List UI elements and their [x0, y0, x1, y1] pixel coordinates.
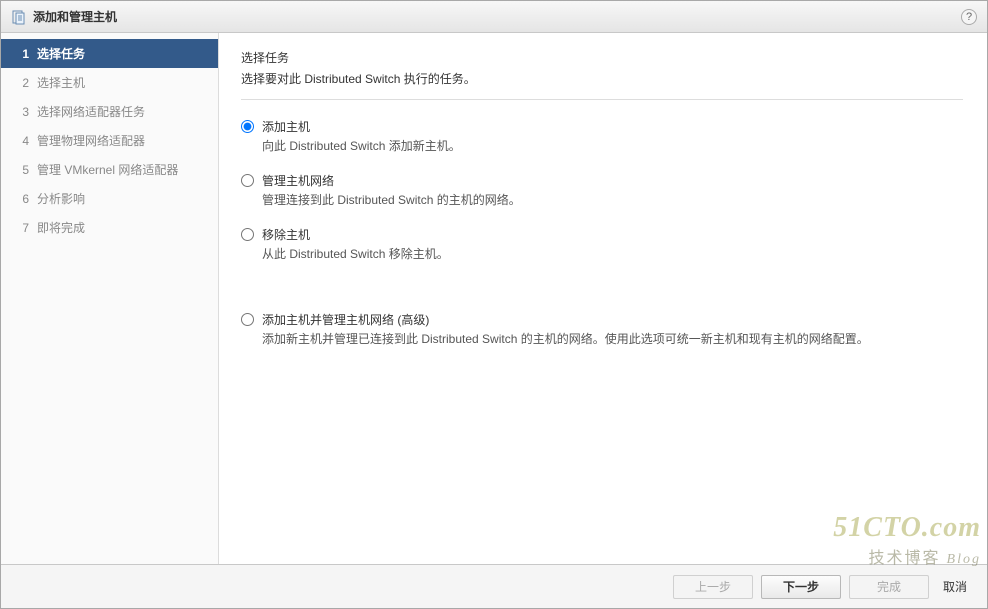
radio-remove-hosts[interactable]: [241, 228, 254, 241]
option-label: 管理主机网络: [262, 174, 334, 188]
radio-manage-host-networking[interactable]: [241, 174, 254, 187]
option-label: 移除主机: [262, 228, 310, 242]
content-divider: [241, 99, 963, 100]
option-manage-host-networking[interactable]: 管理主机网络 管理连接到此 Distributed Switch 的主机的网络。: [241, 172, 963, 210]
step-select-adapter-tasks: 3 选择网络适配器任务: [1, 97, 218, 126]
wizard-steps-sidebar: 1 选择任务 2 选择主机 3 选择网络适配器任务 4 管理物理网络适配器 5 …: [1, 33, 219, 564]
back-button: 上一步: [673, 575, 753, 599]
step-select-hosts: 2 选择主机: [1, 68, 218, 97]
step-label: 选择任务: [37, 45, 85, 62]
option-desc: 向此 Distributed Switch 添加新主机。: [262, 137, 963, 156]
option-label: 添加主机: [262, 120, 310, 134]
dialog-footer: 上一步 下一步 完成 取消: [1, 564, 987, 608]
option-add-and-manage-advanced[interactable]: 添加主机并管理主机网络 (高级) 添加新主机并管理已连接到此 Distribut…: [241, 311, 963, 349]
dialog-title: 添加和管理主机: [33, 8, 117, 25]
step-label: 分析影响: [37, 190, 85, 207]
step-label: 选择主机: [37, 74, 85, 91]
step-manage-vmkernel-adapters: 5 管理 VMkernel 网络适配器: [1, 155, 218, 184]
step-manage-physical-adapters: 4 管理物理网络适配器: [1, 126, 218, 155]
step-select-task[interactable]: 1 选择任务: [1, 39, 218, 68]
dialog-body: 1 选择任务 2 选择主机 3 选择网络适配器任务 4 管理物理网络适配器 5 …: [1, 33, 987, 564]
content-heading: 选择任务: [241, 49, 963, 66]
host-wizard-icon: [11, 9, 27, 25]
wizard-dialog: 添加和管理主机 ? 1 选择任务 2 选择主机 3 选择网络适配器任务 4 管理…: [0, 0, 988, 609]
option-spacer: [241, 281, 963, 311]
step-label: 管理物理网络适配器: [37, 132, 145, 149]
content-subtitle: 选择要对此 Distributed Switch 执行的任务。: [241, 70, 963, 87]
option-desc: 添加新主机并管理已连接到此 Distributed Switch 的主机的网络。…: [262, 330, 963, 349]
option-add-hosts[interactable]: 添加主机 向此 Distributed Switch 添加新主机。: [241, 118, 963, 156]
finish-button: 完成: [849, 575, 929, 599]
option-desc: 从此 Distributed Switch 移除主机。: [262, 245, 963, 264]
option-remove-hosts[interactable]: 移除主机 从此 Distributed Switch 移除主机。: [241, 226, 963, 264]
next-button[interactable]: 下一步: [761, 575, 841, 599]
help-icon[interactable]: ?: [961, 9, 977, 25]
step-label: 即将完成: [37, 219, 85, 236]
titlebar: 添加和管理主机 ?: [1, 1, 987, 33]
cancel-button[interactable]: 取消: [937, 575, 973, 599]
step-ready-to-complete: 7 即将完成: [1, 213, 218, 242]
step-analyze-impact: 6 分析影响: [1, 184, 218, 213]
step-label: 管理 VMkernel 网络适配器: [37, 161, 178, 178]
radio-add-hosts[interactable]: [241, 120, 254, 133]
step-label: 选择网络适配器任务: [37, 103, 145, 120]
option-label: 添加主机并管理主机网络 (高级): [262, 313, 429, 327]
wizard-content: 选择任务 选择要对此 Distributed Switch 执行的任务。 添加主…: [219, 33, 987, 564]
option-desc: 管理连接到此 Distributed Switch 的主机的网络。: [262, 191, 963, 210]
radio-add-and-manage-advanced[interactable]: [241, 313, 254, 326]
